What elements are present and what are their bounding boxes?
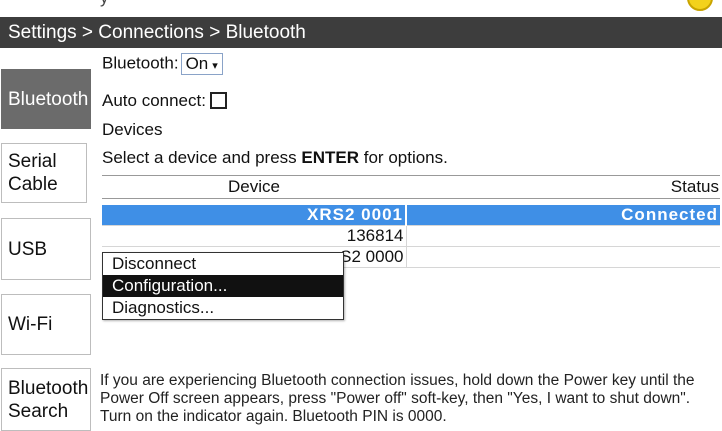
sidebar-item-label: Serial Cable (8, 151, 58, 195)
device-name: XRS2 0001 (102, 205, 407, 226)
sidebar: Bluetooth Serial Cable USB Wi-Fi Bluetoo… (0, 48, 92, 431)
column-header-device: Device (102, 175, 406, 199)
instruction-text-end: for options. (359, 148, 448, 167)
bluetooth-value: On (185, 54, 209, 73)
device-name: 136814 (102, 225, 407, 247)
table-row[interactable]: 136814 (102, 225, 720, 247)
devices-section-label: Devices (102, 120, 163, 139)
auto-connect-checkbox[interactable] (209, 92, 227, 110)
devices-instruction: Select a device and press ENTER for opti… (102, 148, 448, 168)
sidebar-item-wifi[interactable]: Wi-Fi (1, 294, 91, 355)
sidebar-item-bluetooth[interactable]: Bluetooth (1, 69, 91, 129)
bluetooth-label: Bluetooth: (102, 53, 179, 73)
chevron-down-icon: ▾ (212, 60, 218, 72)
menu-item-diagnostics[interactable]: Diagnostics... (103, 297, 343, 319)
sidebar-item-serial-cable[interactable]: Serial Cable (1, 143, 87, 203)
auto-connect-row: Auto connect: (102, 91, 227, 111)
sidebar-item-label: USB (8, 238, 48, 260)
sidebar-item-label: Bluetooth Search (8, 377, 89, 422)
sidebar-item-usb[interactable]: USB (1, 218, 91, 280)
auto-connect-label: Auto connect: (102, 91, 206, 110)
table-header-row: Device Status (102, 175, 720, 199)
top-strip: y (0, 0, 722, 16)
device-status (406, 225, 720, 247)
title-bar: Settings > Connections > Bluetooth (0, 17, 722, 48)
sidebar-item-label: Bluetooth (8, 88, 89, 110)
sidebar-item-bluetooth-search[interactable]: Bluetooth Search (1, 368, 91, 431)
sidebar-item-label: Wi-Fi (8, 314, 53, 335)
menu-item-disconnect[interactable]: Disconnect (103, 253, 343, 275)
bluetooth-dropdown[interactable]: On ▾ (180, 53, 223, 75)
column-header-status: Status (406, 175, 720, 199)
device-context-menu: Disconnect Configuration... Diagnostics.… (102, 252, 344, 320)
device-status (406, 246, 720, 268)
table-row[interactable]: XRS2 0001 Connected (102, 205, 720, 226)
device-status: Connected (406, 205, 720, 226)
sun-logo-icon (687, 0, 713, 11)
enter-key-label: ENTER (301, 148, 360, 167)
bluetooth-setting-row: Bluetooth: On ▾ (102, 53, 223, 75)
instruction-text: Select a device and press (102, 148, 302, 167)
breadcrumb: Settings > Connections > Bluetooth (8, 22, 306, 43)
help-text: If you are experiencing Bluetooth connec… (100, 372, 695, 425)
menu-item-configuration[interactable]: Configuration... (103, 275, 343, 297)
top-strip-text: y (100, 0, 109, 8)
